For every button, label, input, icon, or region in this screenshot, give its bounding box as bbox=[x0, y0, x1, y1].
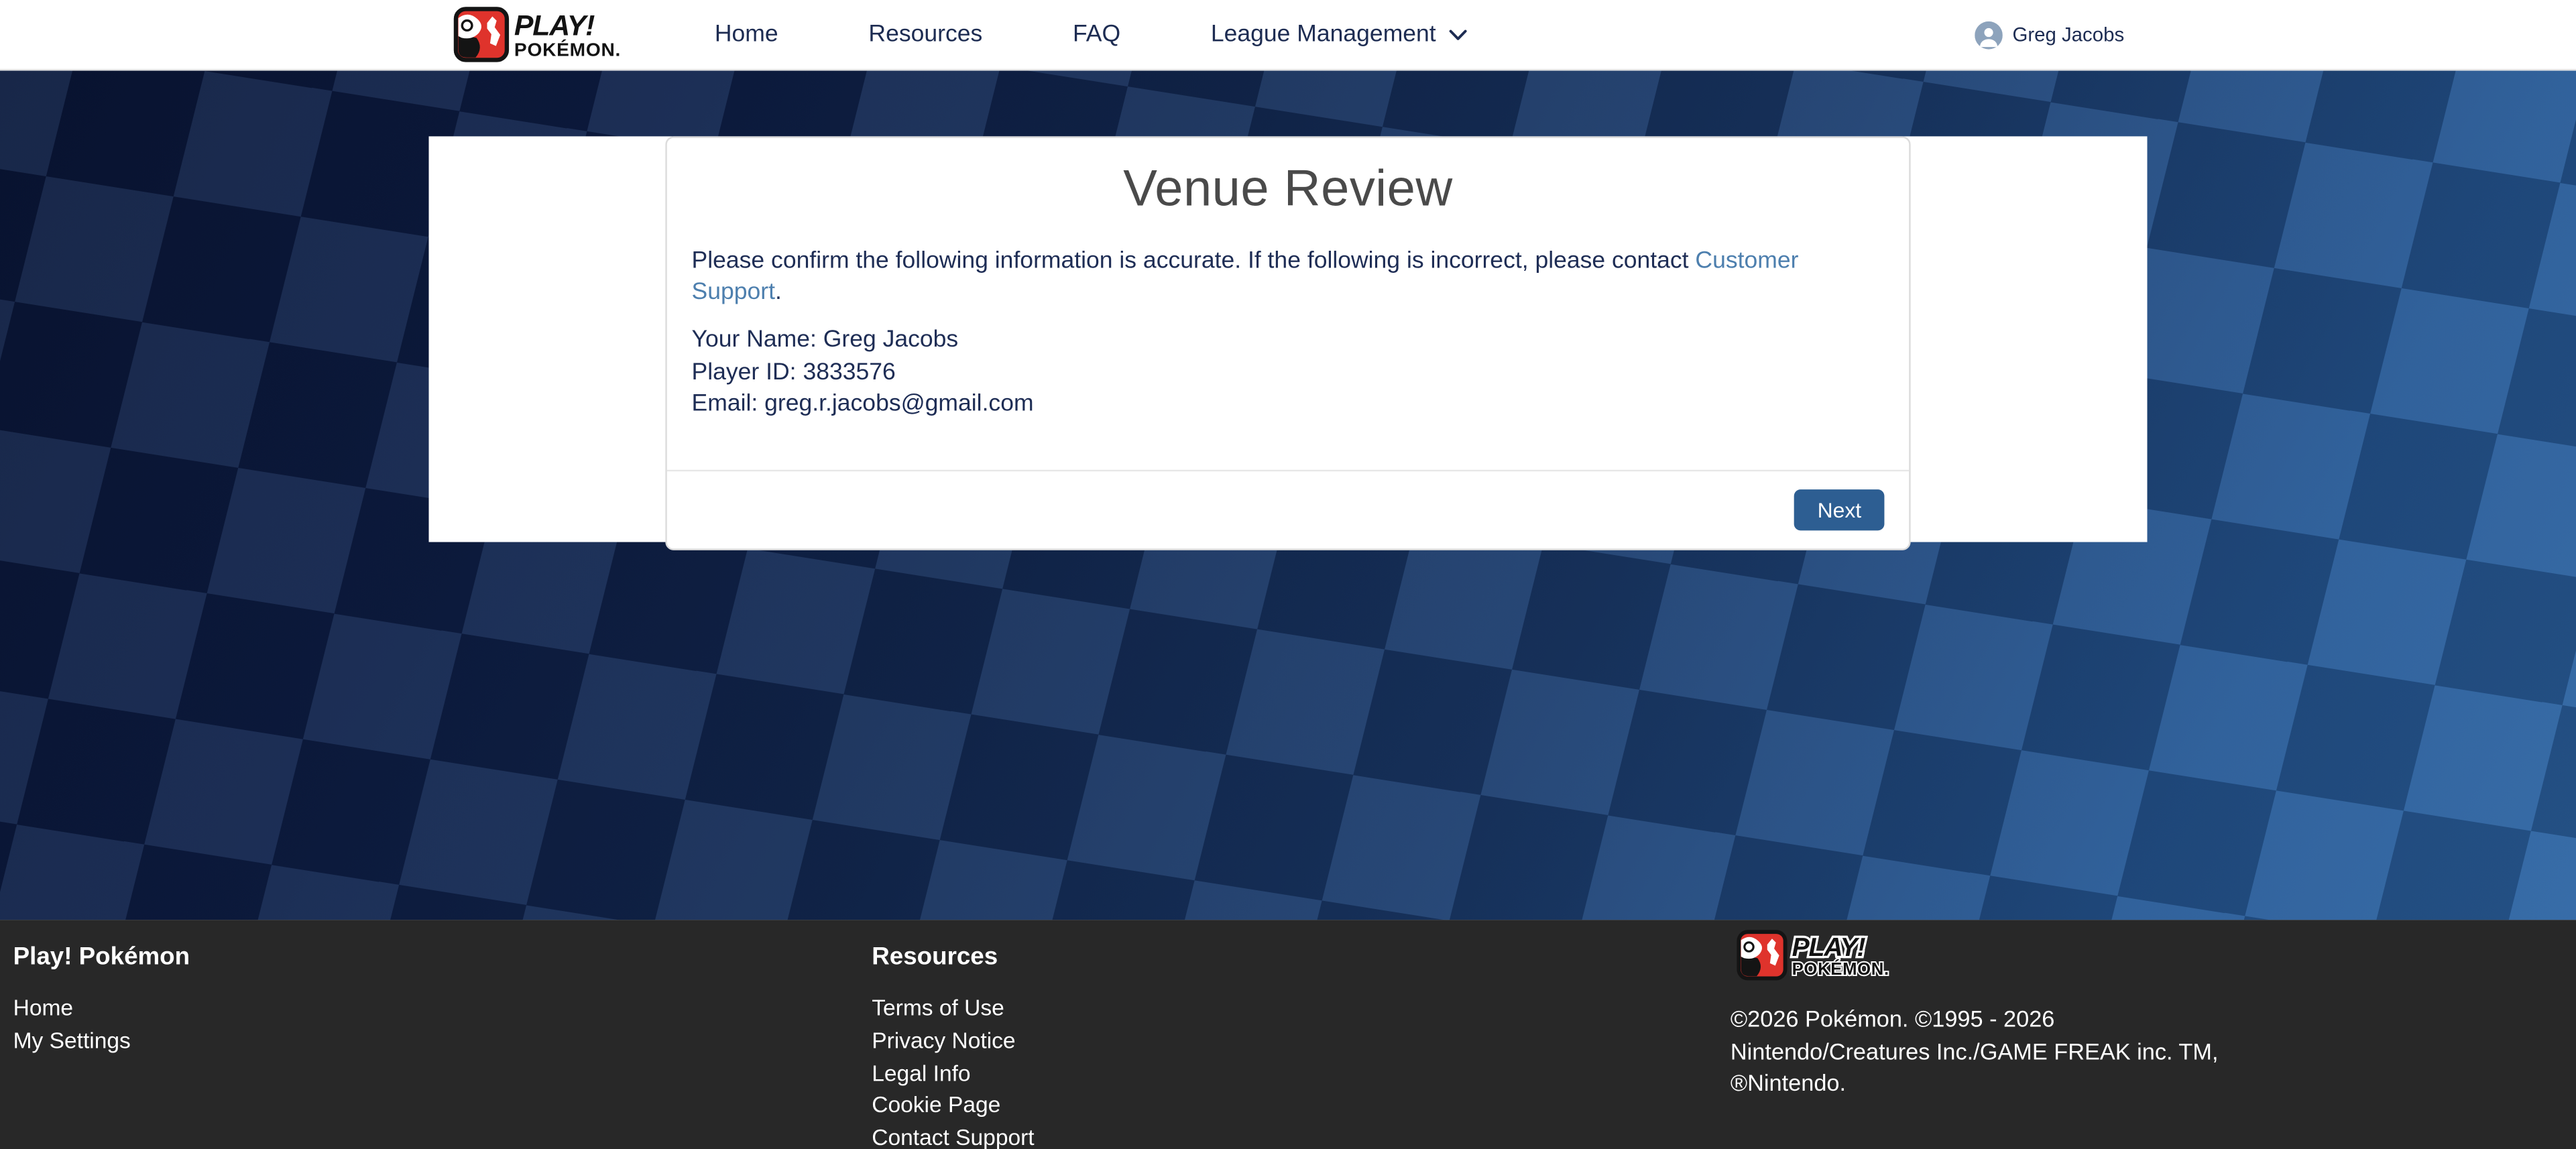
nav-item-resources[interactable]: Resources bbox=[868, 21, 982, 48]
venue-review-card: Venue Review Please confirm the followin… bbox=[665, 136, 1910, 550]
player-email-row: Email: greg.r.jacobs@gmail.com bbox=[692, 390, 1885, 422]
footer-link-legal-info[interactable]: Legal Info bbox=[872, 1057, 1704, 1090]
user-menu[interactable]: Greg Jacobs bbox=[1975, 21, 2124, 49]
nav-item-faq[interactable]: FAQ bbox=[1073, 21, 1120, 48]
footer-link-terms-of-use[interactable]: Terms of Use bbox=[872, 992, 1704, 1025]
brand-wordmark-play: PLAY! bbox=[514, 10, 595, 42]
confirm-instructions: Please confirm the following information… bbox=[692, 247, 1885, 309]
card-footer: Next bbox=[667, 470, 1909, 549]
footer-link-privacy-notice[interactable]: Privacy Notice bbox=[872, 1024, 1704, 1057]
footer-link-home[interactable]: Home bbox=[13, 992, 845, 1025]
chevron-down-icon bbox=[1449, 29, 1467, 40]
brand-wordmark-pokemon: POKÉMON. bbox=[514, 38, 621, 60]
user-avatar-icon bbox=[1975, 21, 2003, 49]
main-nav: Home Resources FAQ League Management bbox=[715, 21, 1467, 48]
page: PLAY! POKÉMON. Home Resources FAQ League… bbox=[0, 0, 2576, 1149]
footer-heading-resources: Resources bbox=[872, 943, 1704, 971]
footer-col-play-pokemon: Play! Pokémon Home My Settings bbox=[0, 920, 859, 1149]
player-info: Your Name: Greg Jacobs Player ID: 383357… bbox=[692, 325, 1885, 422]
footer-col-brand: PLAY! POKÉMON. ©2026 Pokémon. ©1995 - 20… bbox=[1717, 920, 2576, 1149]
play-pokemon-logo[interactable]: PLAY! POKÉMON. bbox=[453, 7, 658, 62]
player-name-row: Your Name: Greg Jacobs bbox=[692, 325, 1885, 357]
content-panel: Venue Review Please confirm the followin… bbox=[429, 136, 2148, 542]
site-footer: Play! Pokémon Home My Settings Resources… bbox=[0, 920, 2576, 1149]
footer-brand-wordmark-play: PLAY! bbox=[1792, 933, 1866, 962]
player-id-row: Player ID: 3833576 bbox=[692, 357, 1885, 389]
page-title: Venue Review bbox=[692, 160, 1885, 219]
footer-col-resources: Resources Terms of Use Privacy Notice Le… bbox=[859, 920, 1718, 1149]
play-pokemon-logo-icon: PLAY! POKÉMON. bbox=[453, 7, 658, 62]
footer-link-cookie-page[interactable]: Cookie Page bbox=[872, 1089, 1704, 1122]
footer-link-contact-support[interactable]: Contact Support bbox=[872, 1122, 1704, 1149]
nav-item-home[interactable]: Home bbox=[715, 21, 778, 48]
top-navbar: PLAY! POKÉMON. Home Resources FAQ League… bbox=[0, 0, 2576, 70]
footer-link-my-settings[interactable]: My Settings bbox=[13, 1024, 845, 1057]
user-name: Greg Jacobs bbox=[2012, 23, 2124, 46]
play-pokemon-footer-logo: PLAY! POKÉMON. bbox=[1731, 930, 1931, 981]
footer-heading-play-pokemon: Play! Pokémon bbox=[13, 943, 845, 971]
footer-brand-wordmark-pokemon: POKÉMON. bbox=[1792, 959, 1889, 979]
copyright-text: ©2026 Pokémon. ©1995 - 2026 Nintendo/Cre… bbox=[1731, 1004, 2563, 1100]
nav-item-league-management[interactable]: League Management bbox=[1211, 21, 1467, 48]
next-button[interactable]: Next bbox=[1794, 489, 1884, 530]
hero-background: Venue Review Please confirm the followin… bbox=[0, 70, 2576, 920]
